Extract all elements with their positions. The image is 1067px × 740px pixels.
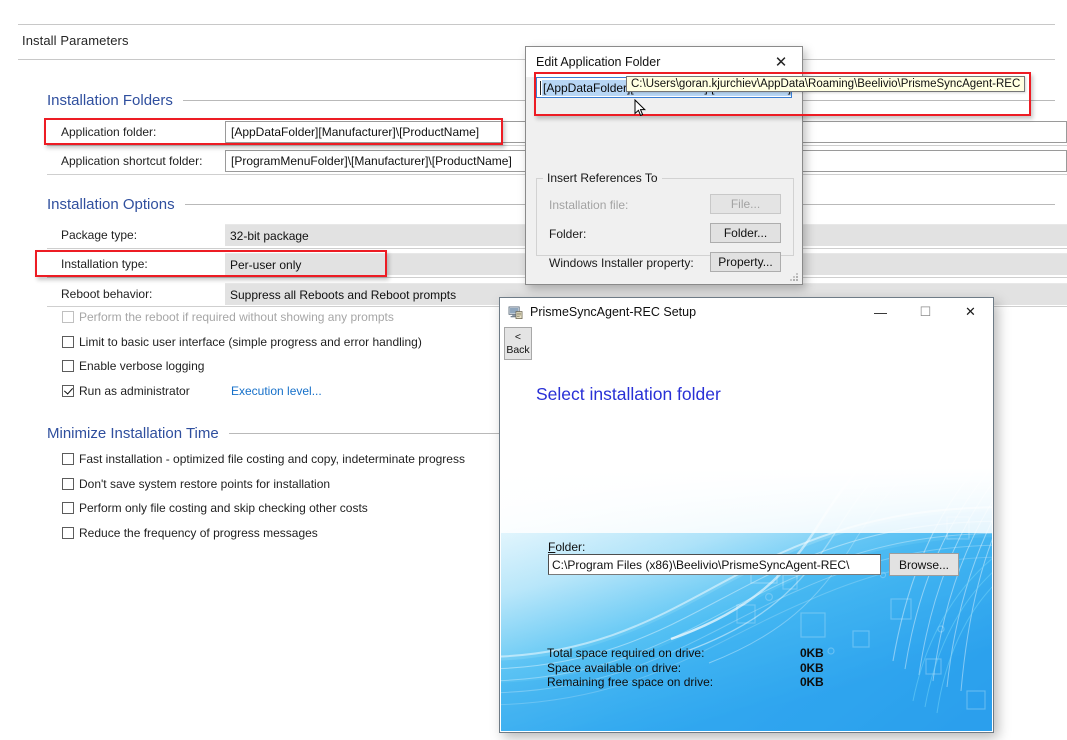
close-icon[interactable]: ✕ — [948, 298, 993, 326]
checkbox-enable-verbose-logging[interactable]: Enable verbose logging — [62, 359, 204, 373]
property-button[interactable]: Property... — [710, 252, 781, 272]
wizard-heading: Select installation folder — [536, 384, 721, 404]
section-rule — [228, 433, 517, 434]
folder-field-label-rest: older: — [555, 540, 586, 554]
disk-space-row: Total space required on drive: 0KB — [547, 646, 857, 661]
field-label: Package type: — [61, 228, 138, 242]
checkbox-label: Perform only file costing and skip check… — [79, 501, 368, 515]
checkbox-perform-reboot: Perform the reboot if required without s… — [62, 310, 394, 324]
wizard-canvas: Select installation folder Folder: C:\Pr… — [501, 361, 992, 731]
screen-root: Install Parameters Installation Folders … — [0, 0, 1067, 740]
section-header-minimize-installation-time: Minimize Installation Time — [47, 425, 517, 442]
field-label: Reboot behavior: — [61, 287, 153, 301]
disk-space-value: 0KB — [800, 660, 824, 675]
maximize-icon[interactable]: ☐ — [903, 298, 948, 326]
checkbox-label: Run as administrator — [79, 384, 190, 398]
section-title: Installation Folders — [47, 92, 173, 109]
execution-level-link[interactable]: Execution level... — [231, 384, 322, 398]
disk-space-label: Space available on drive: — [547, 660, 682, 675]
disk-space-value: 0KB — [800, 675, 824, 690]
disk-space-label: Remaining free space on drive: — [547, 675, 714, 690]
checkbox-box-icon[interactable] — [62, 360, 74, 372]
resize-grip-icon[interactable] — [789, 272, 799, 282]
chevron-left-icon: < — [514, 331, 522, 344]
close-icon[interactable]: ✕ — [764, 49, 798, 75]
insert-references-legend: Insert References To — [543, 171, 662, 185]
checkbox-only-file-costing[interactable]: Perform only file costing and skip check… — [62, 501, 368, 515]
browse-button[interactable]: Browse... — [889, 553, 959, 576]
checkbox-label: Don't save system restore points for ins… — [79, 477, 331, 491]
checkbox-box-icon[interactable] — [62, 478, 74, 490]
folder-field-label: Folder: — [548, 540, 586, 554]
checkbox-fast-installation[interactable]: Fast installation - optimized file costi… — [62, 452, 465, 466]
installation-file-label: Installation file: — [549, 198, 629, 212]
dialog-titlebar: Edit Application Folder ✕ — [526, 47, 802, 77]
checkbox-box-icon[interactable] — [62, 385, 74, 397]
disk-space-value: 0KB — [800, 646, 824, 661]
wizard-titlebar: PrismeSyncAgent-REC Setup — ☐ ✕ — [500, 298, 993, 326]
field-label: Application shortcut folder: — [61, 154, 203, 168]
checkbox-label: Reduce the frequency of progress message… — [79, 526, 318, 540]
msi-installer-icon — [508, 306, 523, 319]
windows-installer-property-label: Windows Installer property: — [549, 256, 694, 270]
folder-label: Folder: — [549, 227, 587, 241]
folder-button[interactable]: Folder... — [710, 223, 781, 243]
checkbox-label: Limit to basic user interface (simple pr… — [79, 335, 422, 349]
checkbox-box-icon[interactable] — [62, 527, 74, 539]
page-title: Install Parameters — [22, 33, 129, 48]
insert-references-groupbox — [536, 178, 794, 256]
disk-space-row: Space available on drive: 0KB — [547, 661, 857, 676]
checkbox-box-icon[interactable] — [62, 336, 74, 348]
field-label: Application folder: — [61, 125, 157, 139]
section-title: Minimize Installation Time — [47, 425, 219, 442]
disk-space-label: Total space required on drive: — [547, 646, 705, 661]
checkbox-label: Perform the reboot if required without s… — [79, 310, 394, 324]
disk-space-table: Total space required on drive: 0KB Space… — [547, 646, 857, 690]
field-label: Installation type: — [61, 257, 148, 271]
disk-space-row: Remaining free space on drive: 0KB — [547, 675, 857, 690]
checkbox-dont-save-restore-points[interactable]: Don't save system restore points for ins… — [62, 477, 330, 491]
dialog-title: Edit Application Folder — [536, 55, 661, 69]
back-button-label: Back — [506, 343, 530, 356]
text-caret — [540, 80, 541, 95]
file-button: File... — [710, 194, 781, 214]
checkbox-label: Enable verbose logging — [79, 359, 205, 373]
checkbox-label: Fast installation - optimized file costi… — [79, 452, 465, 466]
header-divider-top — [18, 24, 1055, 25]
wizard-title: PrismeSyncAgent-REC Setup — [530, 305, 697, 319]
minimize-icon[interactable]: — — [858, 298, 903, 326]
mouse-cursor-icon — [634, 99, 646, 117]
checkbox-box-icon[interactable] — [62, 502, 74, 514]
setup-wizard-window: PrismeSyncAgent-REC Setup — ☐ ✕ < Back S… — [499, 297, 994, 733]
checkbox-box-icon — [62, 311, 74, 323]
back-button[interactable]: < Back — [504, 327, 532, 360]
install-folder-input[interactable]: C:\Program Files (x86)\Beelivio\PrismeSy… — [548, 554, 881, 575]
folder-path-tooltip: C:\Users\goran.kjurchiev\AppData\Roaming… — [626, 76, 1026, 92]
checkbox-box-icon[interactable] — [62, 453, 74, 465]
section-title: Installation Options — [47, 196, 175, 213]
checkbox-run-as-administrator[interactable]: Run as administrator — [62, 384, 190, 398]
checkbox-reduce-progress-messages[interactable]: Reduce the frequency of progress message… — [62, 526, 318, 540]
checkbox-limit-basic-ui[interactable]: Limit to basic user interface (simple pr… — [62, 335, 422, 349]
